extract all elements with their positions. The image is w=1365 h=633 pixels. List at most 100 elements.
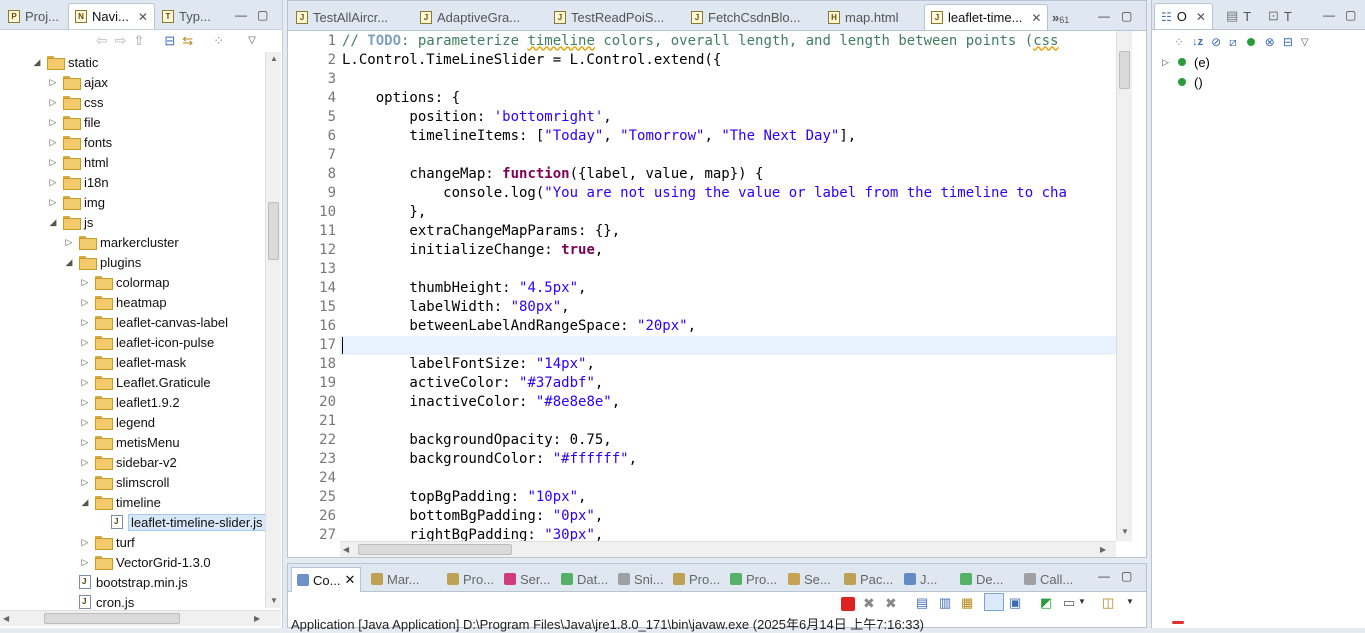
tree-item[interactable]: ▷ Leaflet.Graticule [80,372,211,392]
scroll-thumb[interactable] [268,202,279,260]
close-icon[interactable]: ✕ [138,10,148,24]
show-on-error-icon[interactable]: ▣ [1009,595,1021,611]
expand-icon[interactable]: ▷ [64,237,74,248]
forward-icon[interactable]: ⇨ [115,32,127,49]
tree-item[interactable]: ▷ markercluster [64,232,179,252]
expand-icon[interactable]: ▷ [48,197,58,208]
console-tab-5[interactable]: Sni... [618,568,664,590]
collapse-icon[interactable]: ◢ [80,497,90,508]
tab-type-hierarchy-2[interactable]: ⊡ T [1262,3,1298,29]
expand-icon[interactable]: ▷ [80,357,90,368]
remove-all-icon[interactable]: ✖ [885,595,897,612]
tree-item[interactable]: ◢ js [48,212,93,232]
tree-item[interactable]: ▷ legend [80,412,155,432]
expand-icon[interactable]: ▷ [48,157,58,168]
tree-item[interactable]: leaflet-timeline-slider.js [96,512,265,532]
expand-icon[interactable]: ▷ [80,477,90,488]
scroll-thumb[interactable] [358,544,512,555]
view-menu-icon[interactable]: ▽ [248,35,256,46]
console-tab-4[interactable]: Dat... [561,568,608,590]
tree-item[interactable]: ◢ timeline [80,492,161,512]
console-tab-6[interactable]: Pro... [673,568,720,590]
tree-item[interactable]: ▷ slimscroll [80,472,169,492]
tree-item[interactable]: ▷ img [48,192,105,212]
collapse-icon[interactable]: ◢ [48,217,58,228]
console-tab-7[interactable]: Pro... [730,568,777,590]
console-tab-10[interactable]: J... [904,568,937,590]
scroll-lock-icon[interactable]: ▥ [939,595,951,611]
expand-icon[interactable]: ▷ [80,437,90,448]
chevron-down-icon[interactable]: ▼ [1078,597,1086,606]
editor-tab-2[interactable]: J TestReadPoiS... [548,4,670,30]
close-icon[interactable]: ✕ [1031,11,1041,25]
hide-local-types-icon[interactable]: ⊗ [1265,35,1275,49]
expand-icon[interactable]: ▷ [80,297,90,308]
close-icon[interactable]: ✕ [1196,10,1206,24]
console-tab-1[interactable]: Mar... [371,568,420,590]
back-icon[interactable]: ⇦ [96,32,108,49]
expand-icon[interactable]: ▷ [80,417,90,428]
tree-item[interactable]: ▷ colormap [80,272,169,292]
tree-item[interactable]: ▷ turf [80,532,135,552]
tree-item[interactable]: ▷ i18n [48,172,109,192]
code-text-area[interactable]: 1 2 3 4 5 6 7 8 9 10 11 12 13 14 15 16 17 18 19 20 21 22 23 24 2… [288,31,1116,541]
terminate-icon[interactable] [841,597,855,611]
tab-project-explorer[interactable]: P Proj... [2,3,65,29]
display-console-icon[interactable]: ▭ [1063,595,1075,611]
expand-icon[interactable]: ▷ [48,117,58,128]
tree-item[interactable]: bootstrap.min.js [64,572,188,592]
tree-item[interactable]: ▷ leaflet-mask [80,352,186,372]
tree-item[interactable]: ▷ fonts [48,132,112,152]
tree-item[interactable]: ▷ leaflet1.9.2 [80,392,180,412]
link-with-editor-icon[interactable]: ⇆ [182,33,193,49]
editor-tab-0[interactable]: J TestAllAircr... [290,4,394,30]
editor-tab-4[interactable]: H map.html [822,4,904,30]
outline-item[interactable]: ▷ (e) [1162,52,1210,72]
expand-icon[interactable]: ▷ [48,97,58,108]
more-tabs-button[interactable]: » 61 [1046,4,1075,30]
console-tab-3[interactable]: Ser... [504,568,550,590]
tree-item[interactable]: ▷ ajax [48,72,108,92]
expand-icon[interactable]: ▷ [80,457,90,468]
tree-item[interactable]: ▷ heatmap [80,292,167,312]
editor-vertical-scrollbar[interactable]: ▼ [1116,31,1132,541]
collapse-icon[interactable]: ◢ [64,257,74,268]
expand-icon[interactable]: ▷ [80,557,90,568]
expand-icon[interactable]: ▷ [48,77,58,88]
tree-item[interactable]: ▷ metisMenu [80,432,180,452]
expand-icon[interactable]: ▷ [80,317,90,328]
minimize-icon[interactable]: — [1098,569,1110,583]
minimize-icon[interactable]: — [1323,8,1335,22]
collapse-all-icon[interactable]: ⊟ [1283,35,1293,49]
editor-tab-3[interactable]: J FetchCsdnBlo... [685,4,807,30]
tree-item[interactable]: ▷ VectorGrid-1.3.0 [80,552,211,572]
maximize-icon[interactable]: ▢ [1345,8,1356,22]
maximize-icon[interactable]: ▢ [1121,569,1132,583]
maximize-icon[interactable]: ▢ [257,8,268,22]
console-tab-11[interactable]: De... [960,568,1003,590]
tree-item[interactable]: ◢ plugins [64,252,141,272]
outline-item[interactable]: () [1162,72,1203,92]
pin-console-icon[interactable]: ◩ [1040,595,1052,611]
minimize-icon[interactable]: — [1098,9,1110,23]
expand-icon[interactable]: ▷ [80,277,90,288]
hide-fields-icon[interactable]: ⊘ [1211,35,1221,49]
tree-item[interactable]: cron.js [64,592,134,610]
tab-type-hierarchy[interactable]: T Typ... [156,3,217,29]
tree-item[interactable]: ▷ css [48,92,104,112]
console-tab-2[interactable]: Pro... [447,568,494,590]
hide-nonpublic-icon[interactable] [1246,38,1255,46]
expand-icon[interactable]: ▷ [1162,57,1170,68]
open-console-icon[interactable]: ◫ [1102,595,1114,611]
chevron-down-icon[interactable]: ▼ [1126,597,1134,606]
collapse-icon[interactable]: ◢ [32,57,42,68]
show-on-output-icon[interactable] [984,593,1004,611]
tab-task-list[interactable]: ▤ T [1220,3,1257,29]
tree-item[interactable]: ◢ static [32,52,98,72]
expand-icon[interactable]: ▷ [48,177,58,188]
expand-icon[interactable]: ▷ [80,377,90,388]
tree-item[interactable]: ▷ leaflet-canvas-label [80,312,228,332]
expand-icon[interactable]: ▷ [80,397,90,408]
scroll-thumb[interactable] [44,613,180,624]
menu-dots-icon[interactable]: ⁘ [213,33,224,49]
